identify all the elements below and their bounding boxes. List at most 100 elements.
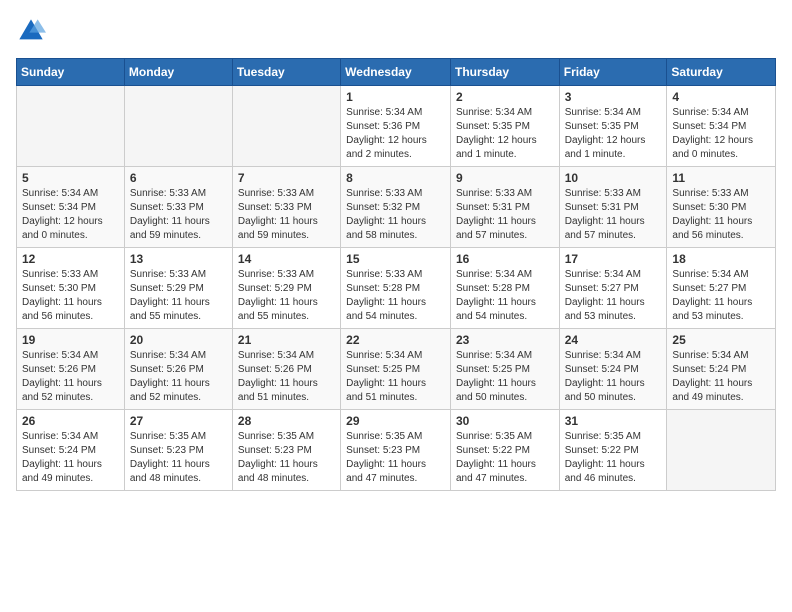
day-number: 2 [456,90,554,104]
day-info-line: and 54 minutes. [456,311,527,322]
daylight-hours: Daylight: 11 hours [456,378,536,389]
day-info: Sunrise: 5:33 AMSunset: 5:33 PMDaylight:… [130,187,227,243]
day-number: 11 [672,171,770,185]
sunrise-info: Sunrise: 5:33 AM [456,188,532,199]
calendar: SundayMondayTuesdayWednesdayThursdayFrid… [16,58,776,491]
sunrise-info: Sunrise: 5:33 AM [238,188,314,199]
day-number: 1 [346,90,445,104]
day-info: Sunrise: 5:34 AMSunset: 5:24 PMDaylight:… [22,430,119,486]
sunrise-info: Sunrise: 5:34 AM [456,350,532,361]
calendar-cell: 14Sunrise: 5:33 AMSunset: 5:29 PMDayligh… [232,248,340,329]
calendar-cell: 27Sunrise: 5:35 AMSunset: 5:23 PMDayligh… [124,410,232,491]
day-info-line: and 56 minutes. [22,311,93,322]
day-number: 4 [672,90,770,104]
daylight-hours: Daylight: 11 hours [130,459,210,470]
sunrise-info: Sunrise: 5:35 AM [346,431,422,442]
calendar-cell: 26 Sunrise: 5:34 AMSunset: 5:24 PMDayligh… [17,410,125,491]
daylight-hours: Daylight: 11 hours [456,216,536,227]
day-info: Sunrise: 5:35 AM Sunset: 5:23 PM Daylight:… [238,430,335,486]
day-info-line: and 50 minutes. [565,392,636,403]
daylight-hours: Daylight: 11 hours [346,459,426,470]
sunrise-info: Sunrise: 5:33 AM [130,188,206,199]
day-info-line: and 57 minutes. [456,230,527,241]
sunset-info: Sunset: 5:29 PM [130,283,204,294]
daylight-hours: Daylight: 11 hours [22,297,102,308]
day-info-line: and 1 minute. [456,149,517,160]
sunset-info: Sunset: 5:23 PM [238,445,312,456]
logo-icon [16,16,46,46]
day-number: 29 [346,414,445,428]
sunrise-info: Sunrise: 5:34 AM [238,350,314,361]
sunset-info: Sunset: 5:28 PM [346,283,420,294]
sunset-info: Sunset: 5:27 PM [565,283,639,294]
calendar-week-row: 26 Sunrise: 5:34 AMSunset: 5:24 PMDayligh… [17,410,776,491]
calendar-week-row: 5Sunrise: 5:34 AMSunset: 5:34 PMDaylight… [17,167,776,248]
day-number: 16 [456,252,554,266]
daylight-hours: Daylight: 11 hours [22,459,102,470]
daylight-hours: Daylight: 11 hours [565,216,645,227]
calendar-week-row: 12 Sunrise: 5:33 AM Sunset: 5:30 PM Dayligh… [17,248,776,329]
calendar-cell: 30Sunrise: 5:35 AMSunset: 5:22 PMDayligh… [450,410,559,491]
sunrise-info: Sunrise: 5:34 AM [565,269,641,280]
day-number: 14 [238,252,335,266]
sunset-info: Sunset: 5:22 PM [565,445,639,456]
day-number: 19 [22,333,119,347]
calendar-cell: 11Sunrise: 5:33 AMSunset: 5:30 PMDayligh… [667,167,776,248]
day-info-line: and 55 minutes. [130,311,201,322]
calendar-cell [667,410,776,491]
calendar-week-row: 19 Sunrise: 5:34 AM Sunset: 5:26 PM Dayligh… [17,329,776,410]
sunrise-info: Sunrise: 5:34 AM [456,269,532,280]
sunset-info: Sunset: 5:30 PM [22,283,96,294]
sunset-info: Sunset: 5:34 PM [672,121,746,132]
sunset-info: Sunset: 5:29 PM [238,283,312,294]
daylight-hours: Daylight: 11 hours [456,459,536,470]
day-info: Sunrise: 5:34 AM Sunset: 5:28 PM Daylight:… [456,268,554,324]
sunrise-info: Sunrise: 5:35 AM [238,431,314,442]
day-number: 26 [22,414,119,428]
day-info: Sunrise: 5:34 AMSunset: 5:26 PMDaylight:… [22,349,119,405]
calendar-cell: 23Sunrise: 5:34 AMSunset: 5:25 PMDayligh… [450,329,559,410]
calendar-cell: 8Sunrise: 5:33 AMSunset: 5:32 PMDaylight… [341,167,451,248]
daylight-hours: Daylight: 11 hours [22,378,102,389]
daylight-hours: Daylight: 11 hours [238,378,318,389]
weekday-header: Thursday [450,59,559,86]
day-number: 20 [130,333,227,347]
day-info-line: and 52 minutes. [130,392,201,403]
sunrise-info: Sunrise: 5:34 AM [346,350,422,361]
daylight-hours: Daylight: 12 hours [456,135,537,146]
weekday-header: Friday [559,59,667,86]
day-info-line: and 51 minutes. [346,392,417,403]
day-info: Sunrise: 5:34 AMSunset: 5:34 PMDaylight:… [22,187,119,243]
calendar-cell: 18Sunrise: 5:34 AMSunset: 5:27 PMDayligh… [667,248,776,329]
daylight-hours: Daylight: 11 hours [346,297,426,308]
sunset-info: Sunset: 5:26 PM [238,364,312,375]
day-info: Sunrise: 5:34 AMSunset: 5:35 PMDaylight:… [456,106,554,162]
calendar-cell: 2 Sunrise: 5:34 AMSunset: 5:35 PMDaylight… [450,86,559,167]
sunrise-info: Sunrise: 5:34 AM [22,350,98,361]
day-info: Sunrise: 5:34 AM Sunset: 5:26 PM Daylight:… [238,349,335,405]
sunset-info: Sunset: 5:33 PM [130,202,204,213]
daylight-hours: Daylight: 11 hours [672,297,752,308]
daylight-hours: Daylight: 11 hours [456,297,536,308]
sunset-info: Sunset: 5:28 PM [456,283,530,294]
sunrise-info: Sunrise: 5:33 AM [565,188,641,199]
day-info-line: and 50 minutes. [456,392,527,403]
day-info-line: and 58 minutes. [346,230,417,241]
daylight-hours: Daylight: 11 hours [238,459,318,470]
calendar-cell: 20Sunrise: 5:34 AMSunset: 5:26 PMDayligh… [124,329,232,410]
day-info: Sunrise: 5:33 AMSunset: 5:28 PMDaylight:… [346,268,445,324]
calendar-week-row: 1Sunrise: 5:34 AMSunset: 5:36 PMDaylight… [17,86,776,167]
day-info-line: and 53 minutes. [672,311,743,322]
day-number: 23 [456,333,554,347]
day-info-line: and 46 minutes. [565,473,636,484]
day-number: 12 [22,252,119,266]
day-info-line: and 0 minutes. [22,230,88,241]
sunrise-info: Sunrise: 5:33 AM [22,269,98,280]
day-info-line: and 0 minutes. [672,149,738,160]
sunset-info: Sunset: 5:32 PM [346,202,420,213]
day-number: 3 [565,90,662,104]
day-info-line: and 47 minutes. [456,473,527,484]
sunrise-info: Sunrise: 5:35 AM [456,431,532,442]
weekday-header: Sunday [17,59,125,86]
day-number: 31 [565,414,662,428]
